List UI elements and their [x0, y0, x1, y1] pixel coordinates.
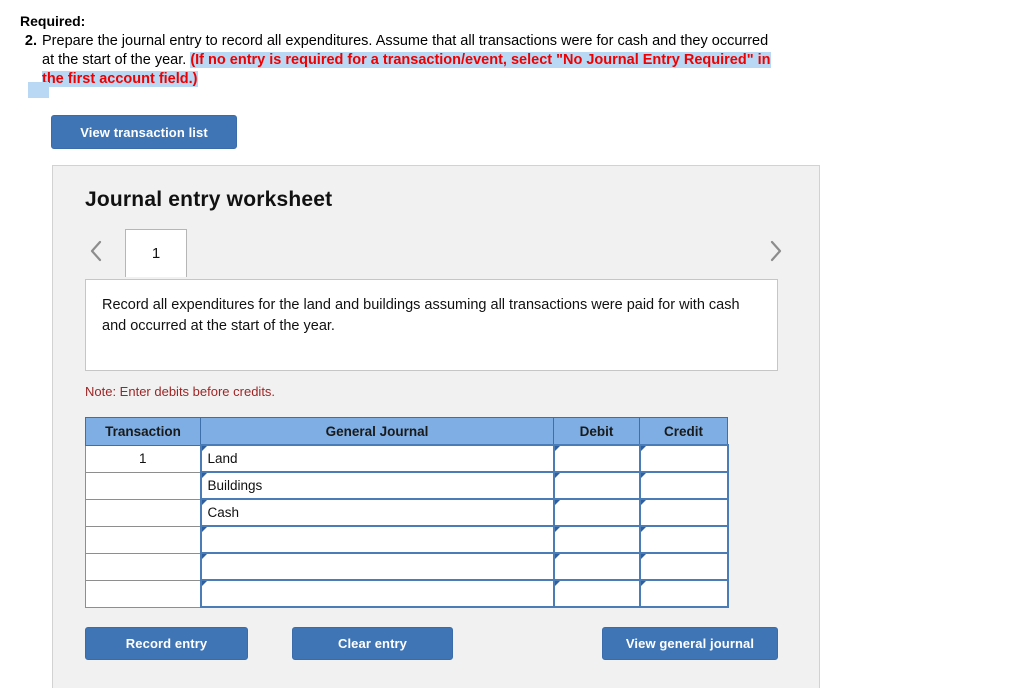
- cell-general-journal[interactable]: Land: [199, 444, 555, 473]
- cell-marker-icon: [554, 446, 560, 456]
- worksheet-tab-1[interactable]: 1: [125, 229, 187, 277]
- clear-entry-button[interactable]: Clear entry: [292, 627, 453, 660]
- cell-credit[interactable]: [638, 525, 729, 554]
- cell-transaction: [85, 579, 201, 608]
- record-entry-button[interactable]: Record entry: [85, 627, 248, 660]
- cell-credit[interactable]: [638, 444, 729, 473]
- cell-marker-icon: [640, 473, 646, 483]
- cell-marker-icon: [640, 554, 646, 564]
- cell-general-journal-value: Cash: [207, 505, 240, 520]
- cell-marker-icon: [201, 527, 207, 537]
- cell-marker-icon: [640, 500, 646, 510]
- cell-debit[interactable]: [552, 525, 641, 554]
- required-item-number: 2.: [24, 33, 37, 49]
- worksheet-tab-strip: 1: [53, 228, 821, 277]
- table-row: Cash: [85, 498, 729, 527]
- worksheet-instruction-text: Record all expenditures for the land and…: [102, 297, 740, 334]
- table-row: [85, 525, 729, 554]
- cell-marker-icon: [640, 581, 646, 591]
- cell-marker-icon: [554, 527, 560, 537]
- cell-marker-icon: [554, 554, 560, 564]
- journal-entry-worksheet-panel: Journal entry worksheet 1 Record all exp…: [52, 165, 820, 688]
- cell-transaction: [85, 498, 201, 527]
- column-header-general-journal: General Journal: [200, 417, 554, 446]
- cell-debit[interactable]: [552, 498, 641, 527]
- cell-transaction: [85, 552, 201, 581]
- cell-general-journal[interactable]: Buildings: [199, 471, 555, 500]
- cell-marker-icon: [640, 527, 646, 537]
- debits-before-credits-note: Note: Enter debits before credits.: [85, 384, 276, 399]
- cell-general-journal[interactable]: [199, 525, 555, 554]
- cell-credit[interactable]: [638, 498, 729, 527]
- required-label: Required:: [20, 13, 86, 29]
- column-header-transaction: Transaction: [85, 417, 201, 446]
- cell-general-journal[interactable]: Cash: [199, 498, 555, 527]
- cell-debit[interactable]: [552, 444, 641, 473]
- table-row: [85, 579, 729, 608]
- cell-debit[interactable]: [552, 552, 641, 581]
- cell-transaction: 1: [85, 444, 201, 473]
- required-item: 2. Prepare the journal entry to record a…: [20, 32, 780, 89]
- cell-transaction: [85, 471, 201, 500]
- table-header-row: Transaction General Journal Debit Credit: [85, 417, 728, 446]
- cell-credit[interactable]: [638, 471, 729, 500]
- cell-debit[interactable]: [552, 471, 641, 500]
- cell-general-journal[interactable]: [199, 552, 555, 581]
- table-row: Buildings: [85, 471, 729, 500]
- chevron-right-icon[interactable]: [765, 237, 787, 265]
- required-block: Required: 2. Prepare the journal entry t…: [20, 12, 780, 89]
- column-header-debit: Debit: [553, 417, 640, 446]
- view-transaction-list-button[interactable]: View transaction list: [51, 115, 237, 149]
- cell-marker-icon: [640, 446, 646, 456]
- cell-debit[interactable]: [552, 579, 641, 608]
- cell-marker-icon: [201, 581, 207, 591]
- cell-general-journal[interactable]: [199, 579, 555, 608]
- cell-credit[interactable]: [638, 579, 729, 608]
- cell-general-journal-value: Land: [207, 451, 238, 466]
- chevron-left-icon[interactable]: [85, 237, 107, 265]
- view-general-journal-button[interactable]: View general journal: [602, 627, 778, 660]
- table-row: [85, 552, 729, 581]
- table-row: 1 Land: [85, 444, 729, 473]
- required-item-text: Prepare the journal entry to record all …: [42, 32, 780, 89]
- worksheet-instruction-box: Record all expenditures for the land and…: [85, 279, 778, 371]
- cell-credit[interactable]: [638, 552, 729, 581]
- worksheet-tab-1-label: 1: [151, 245, 161, 262]
- cell-marker-icon: [554, 581, 560, 591]
- selection-highlight-artifact: [28, 82, 49, 98]
- cell-marker-icon: [554, 473, 560, 483]
- journal-entry-table: Transaction General Journal Debit Credit…: [85, 417, 729, 608]
- cell-marker-icon: [201, 554, 207, 564]
- cell-marker-icon: [554, 500, 560, 510]
- cell-general-journal-value: Buildings: [207, 478, 263, 493]
- column-header-credit: Credit: [639, 417, 728, 446]
- cell-transaction: [85, 525, 201, 554]
- worksheet-title: Journal entry worksheet: [85, 188, 333, 211]
